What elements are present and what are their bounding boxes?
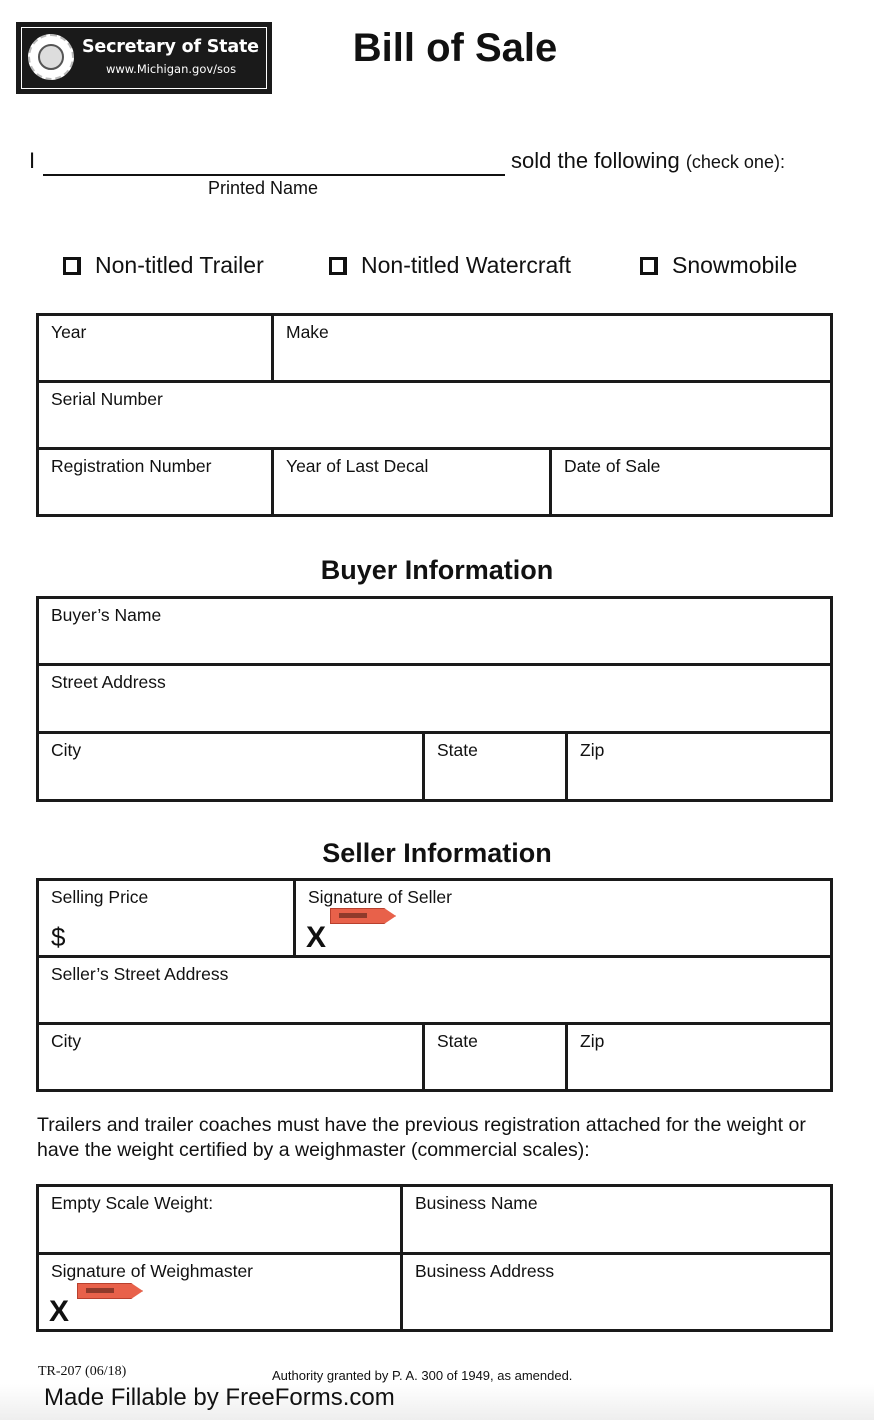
signature-x-mark: X <box>49 1295 70 1328</box>
seller-street-address-label: Seller’s Street Address <box>51 964 229 984</box>
intro-prefix: I <box>29 148 36 173</box>
authority-text: Authority granted by P. A. 300 of 1949, … <box>272 1368 573 1383</box>
sign-here-tag-icon[interactable] <box>77 1283 143 1299</box>
buyer-name-label: Buyer’s Name <box>51 605 162 625</box>
michigan-seal-icon <box>28 34 74 80</box>
vehicle-info-table: Year Make Serial Number Registration Num… <box>35 313 834 517</box>
option-label: Non-titled Trailer <box>95 252 264 278</box>
weighmaster-signature-field[interactable]: Signature of Weighmaster X <box>36 1252 403 1332</box>
make-field[interactable]: Make <box>270 313 834 383</box>
seller-information-heading: Seller Information <box>322 838 552 868</box>
option-non-titled-watercraft[interactable]: Non-titled Watercraft <box>329 252 571 279</box>
printed-name-caption: Printed Name <box>208 178 319 198</box>
logo-title: Secretary of State <box>82 37 259 57</box>
form-code: TR-207 (06/18) <box>38 1364 127 1379</box>
serial-number-label: Serial Number <box>51 389 163 409</box>
registration-number-label: Registration Number <box>51 456 212 476</box>
business-name-field[interactable]: Business Name <box>400 1184 833 1255</box>
intro-suffix-text: sold the following <box>511 148 680 173</box>
option-non-titled-trailer[interactable]: Non-titled Trailer <box>63 252 264 279</box>
buyer-city-field[interactable]: City <box>36 731 425 802</box>
seller-state-field[interactable]: State <box>422 1022 568 1092</box>
buyer-city-label: City <box>51 740 82 760</box>
sign-here-tag-icon[interactable] <box>330 908 396 924</box>
seller-street-address-field[interactable]: Seller’s Street Address <box>35 955 834 1025</box>
seller-info-table: Selling Price $ Signature of Seller X Se… <box>35 878 834 1092</box>
made-fillable-text: Made Fillable by FreeForms.com <box>44 1384 395 1411</box>
seller-zip-label: Zip <box>580 1031 605 1051</box>
year-of-last-decal-label: Year of Last Decal <box>286 456 429 476</box>
buyer-street-address-field[interactable]: Street Address <box>35 663 834 734</box>
checkbox-non-titled-trailer[interactable] <box>63 256 81 275</box>
empty-scale-weight-field[interactable]: Empty Scale Weight: <box>36 1184 403 1255</box>
checkbox-non-titled-watercraft[interactable] <box>329 256 347 275</box>
business-address-label: Business Address <box>415 1261 555 1281</box>
logo-url: www.Michigan.gov/sos <box>106 62 237 76</box>
dollar-sign: $ <box>51 922 66 952</box>
buyer-zip-label: Zip <box>580 740 605 760</box>
seller-zip-field[interactable]: Zip <box>564 1022 834 1092</box>
buyer-information-heading: Buyer Information <box>320 555 554 585</box>
document-title: Bill of Sale <box>352 26 558 70</box>
seller-city-field[interactable]: City <box>36 1022 425 1092</box>
seller-state-label: State <box>437 1031 478 1051</box>
date-of-sale-field[interactable]: Date of Sale <box>548 447 834 517</box>
buyer-zip-field[interactable]: Zip <box>564 731 834 802</box>
year-label: Year <box>51 322 87 342</box>
intro-check-one: (check one): <box>685 152 785 172</box>
weighmaster-signature-label: Signature of Weighmaster <box>51 1261 254 1281</box>
buyer-street-address-label: Street Address <box>51 672 166 692</box>
year-field[interactable]: Year <box>36 313 274 383</box>
intro-suffix: sold the following (check one): <box>511 148 785 174</box>
registration-number-field[interactable]: Registration Number <box>36 447 274 517</box>
printed-name-field[interactable] <box>43 174 505 176</box>
secretary-of-state-logo: Secretary of State www.Michigan.gov/sos <box>16 22 272 94</box>
empty-scale-weight-label: Empty Scale Weight: <box>51 1193 214 1213</box>
date-of-sale-label: Date of Sale <box>564 456 661 476</box>
checkbox-snowmobile[interactable] <box>640 256 658 275</box>
option-snowmobile[interactable]: Snowmobile <box>640 252 797 279</box>
buyer-name-field[interactable]: Buyer’s Name <box>35 596 834 666</box>
buyer-state-field[interactable]: State <box>422 731 568 802</box>
serial-number-field[interactable]: Serial Number <box>35 380 834 450</box>
make-label: Make <box>286 322 329 342</box>
weighmaster-table: Empty Scale Weight: Business Name Signat… <box>36 1184 833 1332</box>
buyer-state-label: State <box>437 740 478 760</box>
option-label: Non-titled Watercraft <box>361 252 572 278</box>
seller-city-label: City <box>51 1031 82 1051</box>
option-label: Snowmobile <box>672 252 798 278</box>
selling-price-field[interactable]: Selling Price $ <box>36 878 296 958</box>
business-name-label: Business Name <box>415 1193 538 1213</box>
signature-x-mark: X <box>306 921 327 954</box>
seller-signature-label: Signature of Seller <box>308 887 452 907</box>
buyer-info-table: Buyer’s Name Street Address City State Z… <box>35 596 834 802</box>
weighmaster-note: Trailers and trailer coaches must have t… <box>37 1114 806 1161</box>
selling-price-label: Selling Price <box>51 887 149 907</box>
seller-signature-field[interactable]: Signature of Seller X <box>292 878 834 958</box>
year-of-last-decal-field[interactable]: Year of Last Decal <box>271 447 552 517</box>
business-address-field[interactable]: Business Address <box>400 1252 833 1332</box>
